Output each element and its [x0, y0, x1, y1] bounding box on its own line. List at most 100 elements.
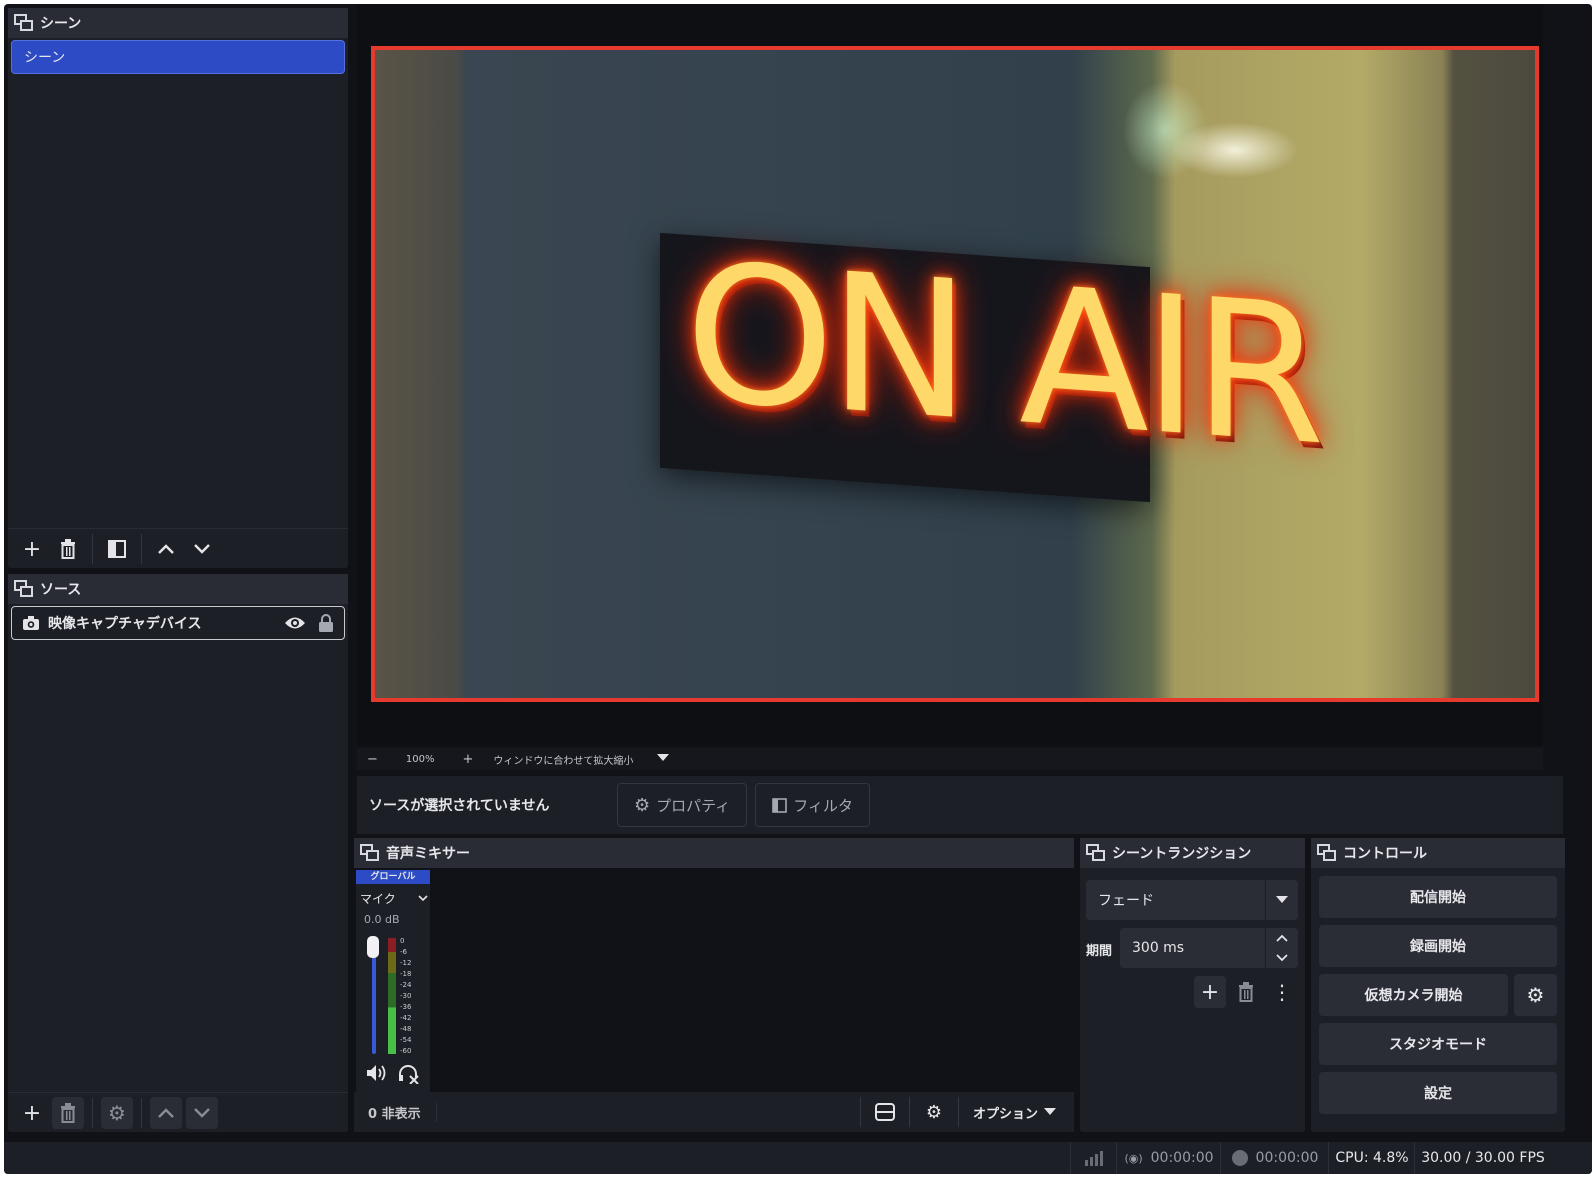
- meter-scale-tick: 0: [400, 937, 405, 945]
- meter-scale-tick: -36: [400, 1003, 412, 1011]
- move-source-down-chevron-icon[interactable]: [186, 1097, 218, 1129]
- zoom-dropdown-caret-icon[interactable]: [657, 753, 670, 765]
- dock-icon: [14, 14, 34, 32]
- dock-icon: [360, 844, 380, 862]
- dropdown-caret-icon: [1265, 880, 1298, 920]
- sources-toolbar: + ⚙: [8, 1092, 348, 1133]
- scenes-title: シーン: [40, 16, 82, 32]
- no-source-selected-label: ソースが選択されていません: [369, 798, 550, 814]
- zoom-fit-label[interactable]: ウィンドウに合わせて拡大縮小: [493, 752, 633, 767]
- channel-level: 0.0 dB: [364, 913, 400, 926]
- dock-icon: [14, 580, 34, 598]
- toolbar-separator: [908, 1097, 910, 1127]
- preview-area[interactable]: ON AIR − 100% + ウィンドウに合わせて拡大縮小: [357, 4, 1543, 770]
- add-transition-icon[interactable]: +: [1194, 976, 1226, 1008]
- toolbar-separator: [92, 534, 93, 564]
- sources-dock-title[interactable]: ソース: [8, 574, 348, 604]
- toolbar-separator: [957, 1097, 959, 1127]
- audio-mixer-title: 音声ミキサー: [386, 846, 470, 862]
- move-scene-down-chevron-icon[interactable]: [186, 533, 218, 565]
- sources-title: ソース: [40, 582, 82, 598]
- controls-title-bar[interactable]: コントロール: [1311, 838, 1565, 868]
- meter-scale-tick: -12: [400, 959, 412, 967]
- volume-meter: [388, 938, 396, 1054]
- transitions-title: シーントランジション: [1112, 846, 1252, 862]
- mixer-layout-icon[interactable]: [874, 1103, 895, 1121]
- status-bar: (◉) 00:00:00 00:00:00 CPU: 4.8% 30.00 / …: [4, 1142, 1592, 1174]
- properties-button[interactable]: ⚙ プロパティ: [617, 783, 748, 827]
- transition-selected-value: フェード: [1098, 893, 1154, 909]
- global-badge: グローバル: [356, 870, 430, 884]
- move-source-up-chevron-icon[interactable]: [150, 1097, 182, 1129]
- scene-transitions-dock: シーントランジション フェード 期間 300 ms + ⋮: [1080, 838, 1305, 1132]
- meter-scale-tick: -24: [400, 981, 412, 989]
- lock-icon[interactable]: [318, 613, 334, 633]
- filters-button[interactable]: フィルタ: [755, 783, 870, 827]
- filter-icon: [772, 797, 788, 813]
- transition-select[interactable]: フェード: [1086, 880, 1298, 920]
- dock-icon: [1317, 844, 1337, 862]
- settings-button[interactable]: 設定: [1319, 1072, 1557, 1114]
- gear-icon: ⚙: [634, 794, 651, 816]
- advanced-audio-gear-icon[interactable]: ⚙: [926, 1102, 942, 1123]
- toolbar-separator: [92, 1098, 93, 1128]
- stream-time: 00:00:00: [1150, 1150, 1214, 1166]
- options-label: オプション: [972, 1106, 1038, 1122]
- zoom-in-button[interactable]: +: [463, 752, 474, 767]
- spin-up-down-icon[interactable]: [1265, 928, 1298, 968]
- toolbar-separator: [141, 534, 142, 564]
- camera-icon: [22, 615, 40, 631]
- transition-more-options-icon[interactable]: ⋮: [1266, 976, 1298, 1008]
- start-virtual-camera-button[interactable]: 仮想カメラ開始: [1319, 974, 1508, 1016]
- speaker-icon[interactable]: [366, 1064, 388, 1082]
- mixer-options-button[interactable]: オプション: [963, 1103, 1074, 1122]
- duration-spinbox[interactable]: 300 ms: [1120, 928, 1298, 968]
- transitions-title-bar[interactable]: シーントランジション: [1080, 838, 1305, 868]
- scenes-dock: シーン シーン +: [8, 8, 348, 568]
- scenes-dock-title[interactable]: シーン: [8, 8, 348, 38]
- remove-scene-trash-icon[interactable]: [52, 533, 84, 565]
- duration-value: 300 ms: [1132, 940, 1185, 956]
- zoom-out-button[interactable]: −: [367, 752, 378, 767]
- start-streaming-button[interactable]: 配信開始: [1319, 876, 1557, 918]
- add-source-icon[interactable]: +: [16, 1097, 48, 1129]
- scene-filters-icon[interactable]: [101, 533, 133, 565]
- fps-readout: 30.00 / 30.00 FPS: [1414, 1142, 1551, 1174]
- chevron-down-icon: [418, 895, 428, 902]
- record-status: 00:00:00: [1220, 1142, 1329, 1174]
- source-item[interactable]: 映像キャプチャデバイス: [11, 606, 345, 640]
- toolbar-separator: [141, 1098, 142, 1128]
- signal-strength-icon: [1070, 1142, 1117, 1174]
- remove-source-trash-icon[interactable]: [52, 1097, 84, 1129]
- toolbar-separator: [859, 1097, 861, 1127]
- headphones-monitor-off-icon[interactable]: [398, 1064, 420, 1084]
- meter-scale-tick: -54: [400, 1036, 412, 1044]
- preview-zoom-bar: − 100% + ウィンドウに合わせて拡大縮小: [357, 748, 1543, 770]
- meter-scale-tick: -6: [400, 948, 407, 956]
- meter-scale-tick: -48: [400, 1025, 412, 1033]
- scene-item[interactable]: シーン: [11, 40, 345, 74]
- meter-scale-tick: -42: [400, 1014, 412, 1022]
- record-time: 00:00:00: [1255, 1150, 1319, 1166]
- channel-name-dropdown[interactable]: マイク: [356, 884, 430, 907]
- preview-canvas[interactable]: ON AIR: [371, 46, 1539, 702]
- studio-mode-button[interactable]: スタジオモード: [1319, 1023, 1557, 1065]
- on-air-neon-text: ON AIR: [685, 221, 1320, 488]
- obs-main-window: シーン シーン + ソース 映像キャプチャデバイス + ⚙ ON AIR − 1…: [4, 4, 1592, 1174]
- eye-visibility-icon[interactable]: [284, 615, 306, 631]
- start-recording-button[interactable]: 録画開始: [1319, 925, 1557, 967]
- source-properties-gear-icon[interactable]: ⚙: [101, 1097, 133, 1129]
- remove-transition-trash-icon[interactable]: [1230, 976, 1262, 1008]
- virtual-camera-settings-gear-icon[interactable]: ⚙: [1514, 974, 1557, 1016]
- volume-slider-handle[interactable]: [367, 936, 379, 958]
- controls-dock: コントロール 配信開始 録画開始 仮想カメラ開始 ⚙ スタジオモード 設定: [1311, 838, 1565, 1132]
- scenes-toolbar: +: [8, 528, 348, 569]
- move-scene-up-chevron-icon[interactable]: [150, 533, 182, 565]
- context-bar: ソースが選択されていません ⚙ プロパティ フィルタ: [357, 776, 1563, 834]
- add-scene-icon[interactable]: +: [16, 533, 48, 565]
- meter-scale-tick: -18: [400, 970, 412, 978]
- hidden-count: 0 非表示: [354, 1102, 437, 1122]
- mixer-footer: 0 非表示 ⚙ オプション: [354, 1092, 1074, 1132]
- audio-mixer-title-bar[interactable]: 音声ミキサー: [354, 838, 1074, 868]
- channel-name: マイク: [360, 892, 396, 906]
